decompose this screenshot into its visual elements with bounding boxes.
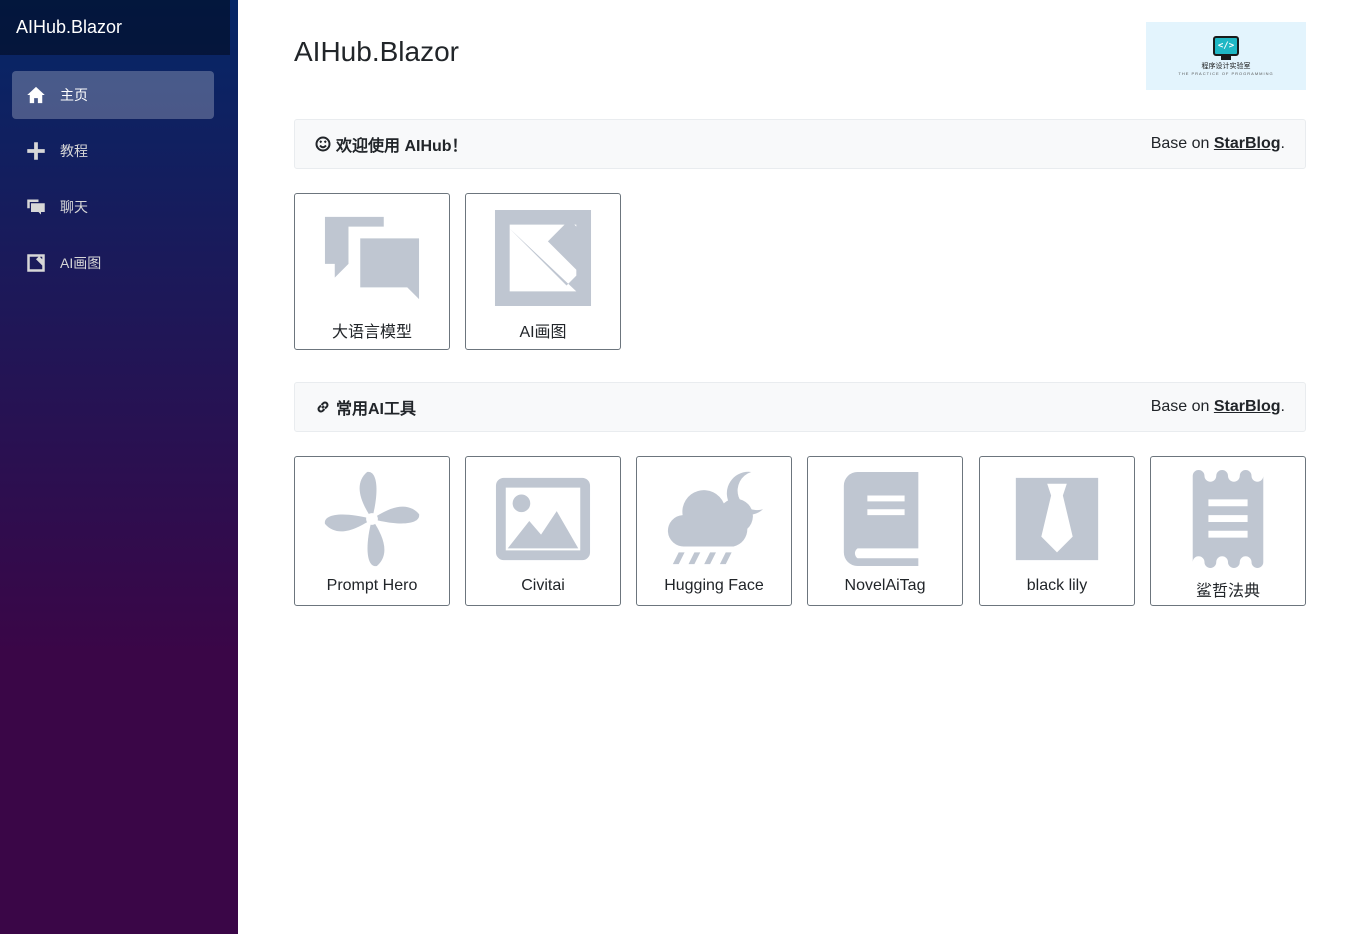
link-icon [317, 401, 329, 413]
sidebar-item-label: 聊天 [60, 199, 88, 215]
card-prompt-hero[interactable]: Prompt Hero [294, 456, 450, 606]
site-logo[interactable]: </> 程序设计实验室 THE PRACTICE OF PROGRAMMING [1146, 22, 1306, 90]
sidebar-item-label: AI画图 [60, 255, 102, 271]
image-icon [26, 253, 46, 273]
card-label: NovelAiTag [844, 577, 926, 594]
starblog-link[interactable]: StarBlog [1214, 398, 1281, 415]
sidebar: AIHub.Blazor 主页 教程 聊天 AI画图 [0, 0, 238, 934]
logo-subtext: THE PRACTICE OF PROGRAMMING [1178, 71, 1274, 76]
sidebar-item-tutorial[interactable]: 教程 [12, 127, 214, 175]
home-icon [26, 85, 46, 105]
pinwheel-icon [322, 469, 422, 569]
card-hugging-face[interactable]: Hugging Face [636, 456, 792, 606]
base-on-prefix: Base on [1150, 135, 1214, 152]
logo-stand [1221, 56, 1231, 60]
card-label: AI画图 [519, 324, 567, 341]
chat-icon [26, 197, 46, 217]
code-monitor-icon: </> [1213, 36, 1239, 56]
base-on-suffix: . [1280, 135, 1285, 152]
brand-link[interactable]: AIHub.Blazor [16, 17, 122, 38]
image-icon [493, 208, 593, 308]
section-title: 常用AI工具 [315, 395, 416, 419]
sidebar-item-home[interactable]: 主页 [12, 71, 214, 119]
base-on-text: Base on StarBlog. [1151, 135, 1285, 153]
card-label: black lily [1026, 577, 1088, 594]
base-on-text: Base on StarBlog. [1151, 398, 1285, 416]
plus-icon [26, 141, 46, 161]
base-on-suffix: . [1280, 398, 1285, 415]
logo-text: 程序设计实验室 [1201, 63, 1251, 70]
card-ai-draw[interactable]: AI画图 [465, 193, 621, 350]
sidebar-item-ai-draw[interactable]: AI画图 [12, 239, 214, 287]
card-label: 鲨哲法典 [1195, 583, 1260, 600]
picture-icon [493, 469, 593, 569]
card-civitai[interactable]: Civitai [465, 456, 621, 606]
section-header-welcome: 欢迎使用 AIHub！ Base on StarBlog. [294, 119, 1306, 169]
page-title: AIHub.Blazor [294, 36, 459, 67]
sidebar-item-label: 教程 [60, 143, 88, 159]
section-title: 欢迎使用 AIHub！ [315, 132, 468, 156]
cloud-moon-rain-icon [664, 469, 764, 569]
tie-icon [1007, 469, 1107, 569]
card-label: Civitai [521, 577, 565, 594]
section-title-text: 常用AI工具 [336, 401, 417, 418]
section-title-text: 欢迎使用 AIHub！ [336, 138, 468, 155]
card-llm[interactable]: 大语言模型 [294, 193, 450, 350]
card-shezhe-fadian[interactable]: 鲨哲法典 [1150, 456, 1306, 606]
card-label: Hugging Face [664, 577, 764, 594]
section-header-tools: 常用AI工具 Base on StarBlog. [294, 382, 1306, 432]
sidebar-item-chat[interactable]: 聊天 [12, 183, 214, 231]
starblog-link[interactable]: StarBlog [1214, 135, 1281, 152]
card-novelaitag[interactable]: NovelAiTag [807, 456, 963, 606]
card-label: Prompt Hero [326, 577, 418, 594]
base-on-prefix: Base on [1150, 398, 1214, 415]
smile-icon [315, 136, 331, 152]
card-black-lily[interactable]: black lily [979, 456, 1135, 606]
book-icon [835, 469, 935, 569]
nav-menu: 主页 教程 聊天 AI画图 [12, 71, 214, 295]
card-label: 大语言模型 [331, 324, 412, 341]
sidebar-item-label: 主页 [60, 87, 88, 103]
chat-bubbles-icon [322, 208, 422, 308]
brand-bar: AIHub.Blazor [0, 0, 230, 55]
receipt-icon [1178, 469, 1278, 569]
